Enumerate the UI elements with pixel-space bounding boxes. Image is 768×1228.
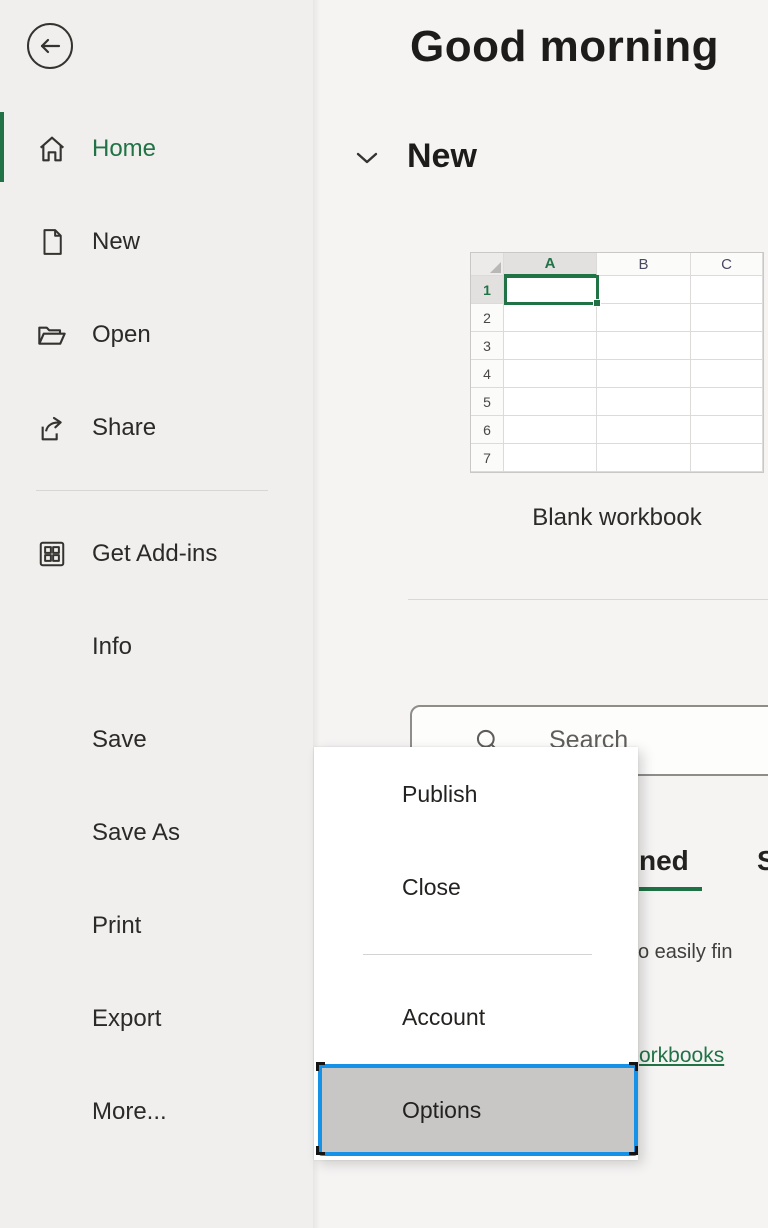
column-header: B — [597, 253, 691, 276]
grid-cell — [504, 388, 597, 416]
sidebar-item-print[interactable]: Print — [0, 879, 313, 972]
grid-cell — [597, 276, 691, 304]
blank-workbook-template[interactable]: A B C 1 2 3 4 5 6 7 Blank workbook — [470, 252, 764, 532]
share-icon — [36, 412, 68, 444]
sidebar-divider — [36, 490, 268, 491]
column-header: C — [691, 253, 763, 276]
page-title: Good morning — [410, 22, 719, 72]
focus-corner-mark — [316, 1146, 325, 1155]
grid-cell — [691, 360, 763, 388]
sidebar-item-label: Share — [92, 414, 156, 442]
open-folder-icon — [36, 319, 68, 351]
tab-pinned-fragment[interactable]: ned — [639, 845, 689, 877]
row-header: 5 — [471, 388, 504, 416]
row-header: 1 — [471, 276, 504, 304]
sidebar-item-label: New — [92, 228, 140, 256]
sidebar-item-label: Save — [92, 726, 147, 754]
menu-item-options[interactable]: Options — [318, 1064, 638, 1156]
focus-corner-mark — [629, 1062, 638, 1071]
sidebar-item-label: Open — [92, 321, 151, 349]
collapse-new-section-button[interactable] — [354, 148, 380, 173]
sidebar-item-new[interactable]: New — [0, 195, 313, 288]
section-divider — [408, 599, 768, 600]
sidebar-item-label: Home — [92, 135, 156, 163]
sidebar-item-share[interactable]: Share — [0, 381, 313, 474]
sidebar-item-export[interactable]: Export — [0, 972, 313, 1065]
back-button[interactable] — [27, 23, 73, 69]
sidebar-item-label: Export — [92, 1005, 161, 1033]
sidebar-item-label: Print — [92, 912, 141, 940]
sidebar-item-open[interactable]: Open — [0, 288, 313, 381]
sidebar-item-label: Info — [92, 633, 132, 661]
backstage-sidebar: Home New Open — [0, 0, 313, 1228]
menu-item-close[interactable]: Close — [402, 874, 461, 901]
sidebar-item-home[interactable]: Home — [0, 102, 313, 195]
grid-cell — [504, 416, 597, 444]
selected-cell-a1 — [504, 275, 599, 305]
sidebar-item-label: Get Add-ins — [92, 540, 217, 568]
grid-cell — [691, 388, 763, 416]
fill-handle — [593, 299, 601, 307]
tab-shared-fragment[interactable]: S — [757, 845, 768, 877]
row-header: 7 — [471, 444, 504, 472]
grid-cell — [691, 304, 763, 332]
sidebar-item-save[interactable]: Save — [0, 693, 313, 786]
more-workbooks-link-fragment[interactable]: orkbooks — [639, 1044, 724, 1068]
select-all-corner-cell — [471, 253, 504, 276]
focus-corner-mark — [316, 1062, 325, 1071]
menu-item-publish[interactable]: Publish — [402, 781, 477, 808]
sidebar-nav: Home New Open — [0, 102, 313, 1158]
menu-item-account[interactable]: Account — [402, 1004, 485, 1031]
corner-triangle-icon — [490, 262, 501, 273]
active-tab-underline — [639, 887, 702, 891]
sidebar-item-label: Save As — [92, 819, 180, 847]
column-header: A — [504, 253, 597, 276]
grid-cell — [691, 332, 763, 360]
grid-cell — [597, 388, 691, 416]
grid-cell — [504, 332, 597, 360]
row-header: 2 — [471, 304, 504, 332]
row-header: 6 — [471, 416, 504, 444]
sidebar-item-info[interactable]: Info — [0, 600, 313, 693]
file-menu-popup: Publish Close Account Options — [314, 747, 638, 1160]
grid-cell — [597, 360, 691, 388]
home-icon — [36, 133, 68, 165]
grid-cell — [597, 444, 691, 472]
back-arrow-icon — [36, 32, 64, 60]
grid-cell — [597, 304, 691, 332]
template-name: Blank workbook — [470, 504, 764, 532]
focus-corner-mark — [629, 1146, 638, 1155]
grid-cell — [597, 416, 691, 444]
sidebar-item-label: More... — [92, 1098, 167, 1126]
add-ins-icon — [36, 538, 68, 570]
row-header: 4 — [471, 360, 504, 388]
row-header: 3 — [471, 332, 504, 360]
grid-cell — [691, 444, 763, 472]
grid-cell — [504, 304, 597, 332]
chevron-down-icon — [354, 148, 380, 168]
grid-cell — [691, 276, 763, 304]
grid-cell — [504, 444, 597, 472]
grid-cell — [597, 332, 691, 360]
grid-cell — [691, 416, 763, 444]
sidebar-item-get-add-ins[interactable]: Get Add-ins — [0, 507, 313, 600]
menu-divider — [363, 954, 592, 955]
workbook-thumbnail: A B C 1 2 3 4 5 6 7 — [470, 252, 764, 473]
sidebar-item-more[interactable]: More... — [0, 1065, 313, 1158]
grid-cell — [504, 360, 597, 388]
pinned-hint-fragment: o easily fin — [638, 941, 733, 964]
new-section-title: New — [407, 137, 477, 176]
new-document-icon — [36, 226, 68, 258]
sidebar-item-save-as[interactable]: Save As — [0, 786, 313, 879]
